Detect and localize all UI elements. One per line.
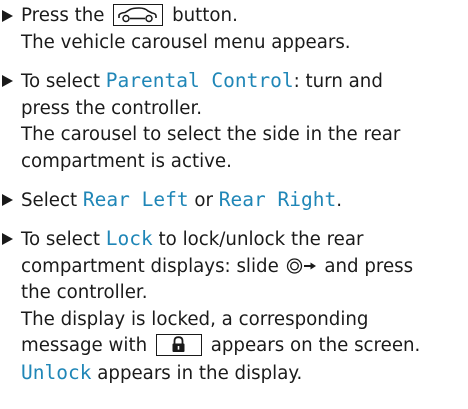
- step-line: press the controller.: [21, 97, 203, 119]
- step-line: compartment displays: slide and press: [0, 254, 468, 281]
- step-text: message with: [21, 335, 148, 356]
- step-result: compartment is active.: [21, 150, 232, 172]
- option-rear-right: Rear Right: [218, 188, 337, 211]
- step-text: To select: [21, 229, 100, 250]
- step-line: Select Rear Left or Rear Right.: [0, 187, 468, 215]
- step-result: Unlock appears in the display.: [0, 360, 468, 388]
- step-text: appears on the screen.: [210, 335, 421, 356]
- bullet-arrow-icon: [2, 75, 13, 87]
- step-text: button.: [172, 5, 238, 26]
- step-result: The vehicle carousel menu appears.: [21, 31, 351, 53]
- step-result: The display is locked, a corresponding: [21, 308, 369, 330]
- bullet-arrow-icon: [2, 10, 13, 22]
- step-text: compartment displays: slide: [21, 255, 279, 277]
- step-result: The carousel to select the side in the r…: [21, 124, 401, 145]
- bullet-arrow-icon: [2, 194, 13, 206]
- step-press-vehicle-button: Press the button. The vehicle carousel m…: [0, 3, 468, 56]
- step-line: To select Lock to lock/unlock the rear: [0, 226, 468, 254]
- step-line: Press the button.: [0, 3, 468, 30]
- step-line: To select Parental Control: turn and: [0, 68, 468, 96]
- step-select-parental-control: To select Parental Control: turn and pre…: [0, 68, 468, 175]
- step-select-side: Select Rear Left or Rear Right.: [0, 187, 468, 215]
- step-text: or: [194, 190, 213, 211]
- step-select-lock: To select Lock to lock/unlock the rear c…: [0, 226, 468, 387]
- controller-slide-right-icon: [286, 257, 318, 275]
- bullet-arrow-icon: [2, 233, 13, 245]
- instruction-page: Press the button. The vehicle carousel m…: [0, 0, 468, 409]
- vehicle-button-icon: [113, 4, 164, 26]
- step-text: Press the: [21, 5, 105, 26]
- step-result: message with appears on the screen.: [0, 333, 468, 360]
- padlock-icon: [155, 334, 202, 356]
- step-text: appears in the display.: [97, 362, 303, 384]
- step-text: and press: [324, 255, 414, 277]
- step-text: to lock/unlock the rear: [158, 229, 364, 250]
- status-unlock-label: Unlock: [21, 360, 92, 384]
- menu-item-parental-control: Parental Control: [105, 69, 294, 92]
- menu-item-lock: Lock: [105, 227, 153, 250]
- option-rear-left: Rear Left: [82, 188, 189, 211]
- step-text: To select: [21, 71, 100, 92]
- step-text: Select: [21, 190, 78, 211]
- step-text: : turn and: [293, 71, 383, 92]
- step-line: the controller.: [21, 282, 148, 303]
- step-text: .: [336, 190, 342, 211]
